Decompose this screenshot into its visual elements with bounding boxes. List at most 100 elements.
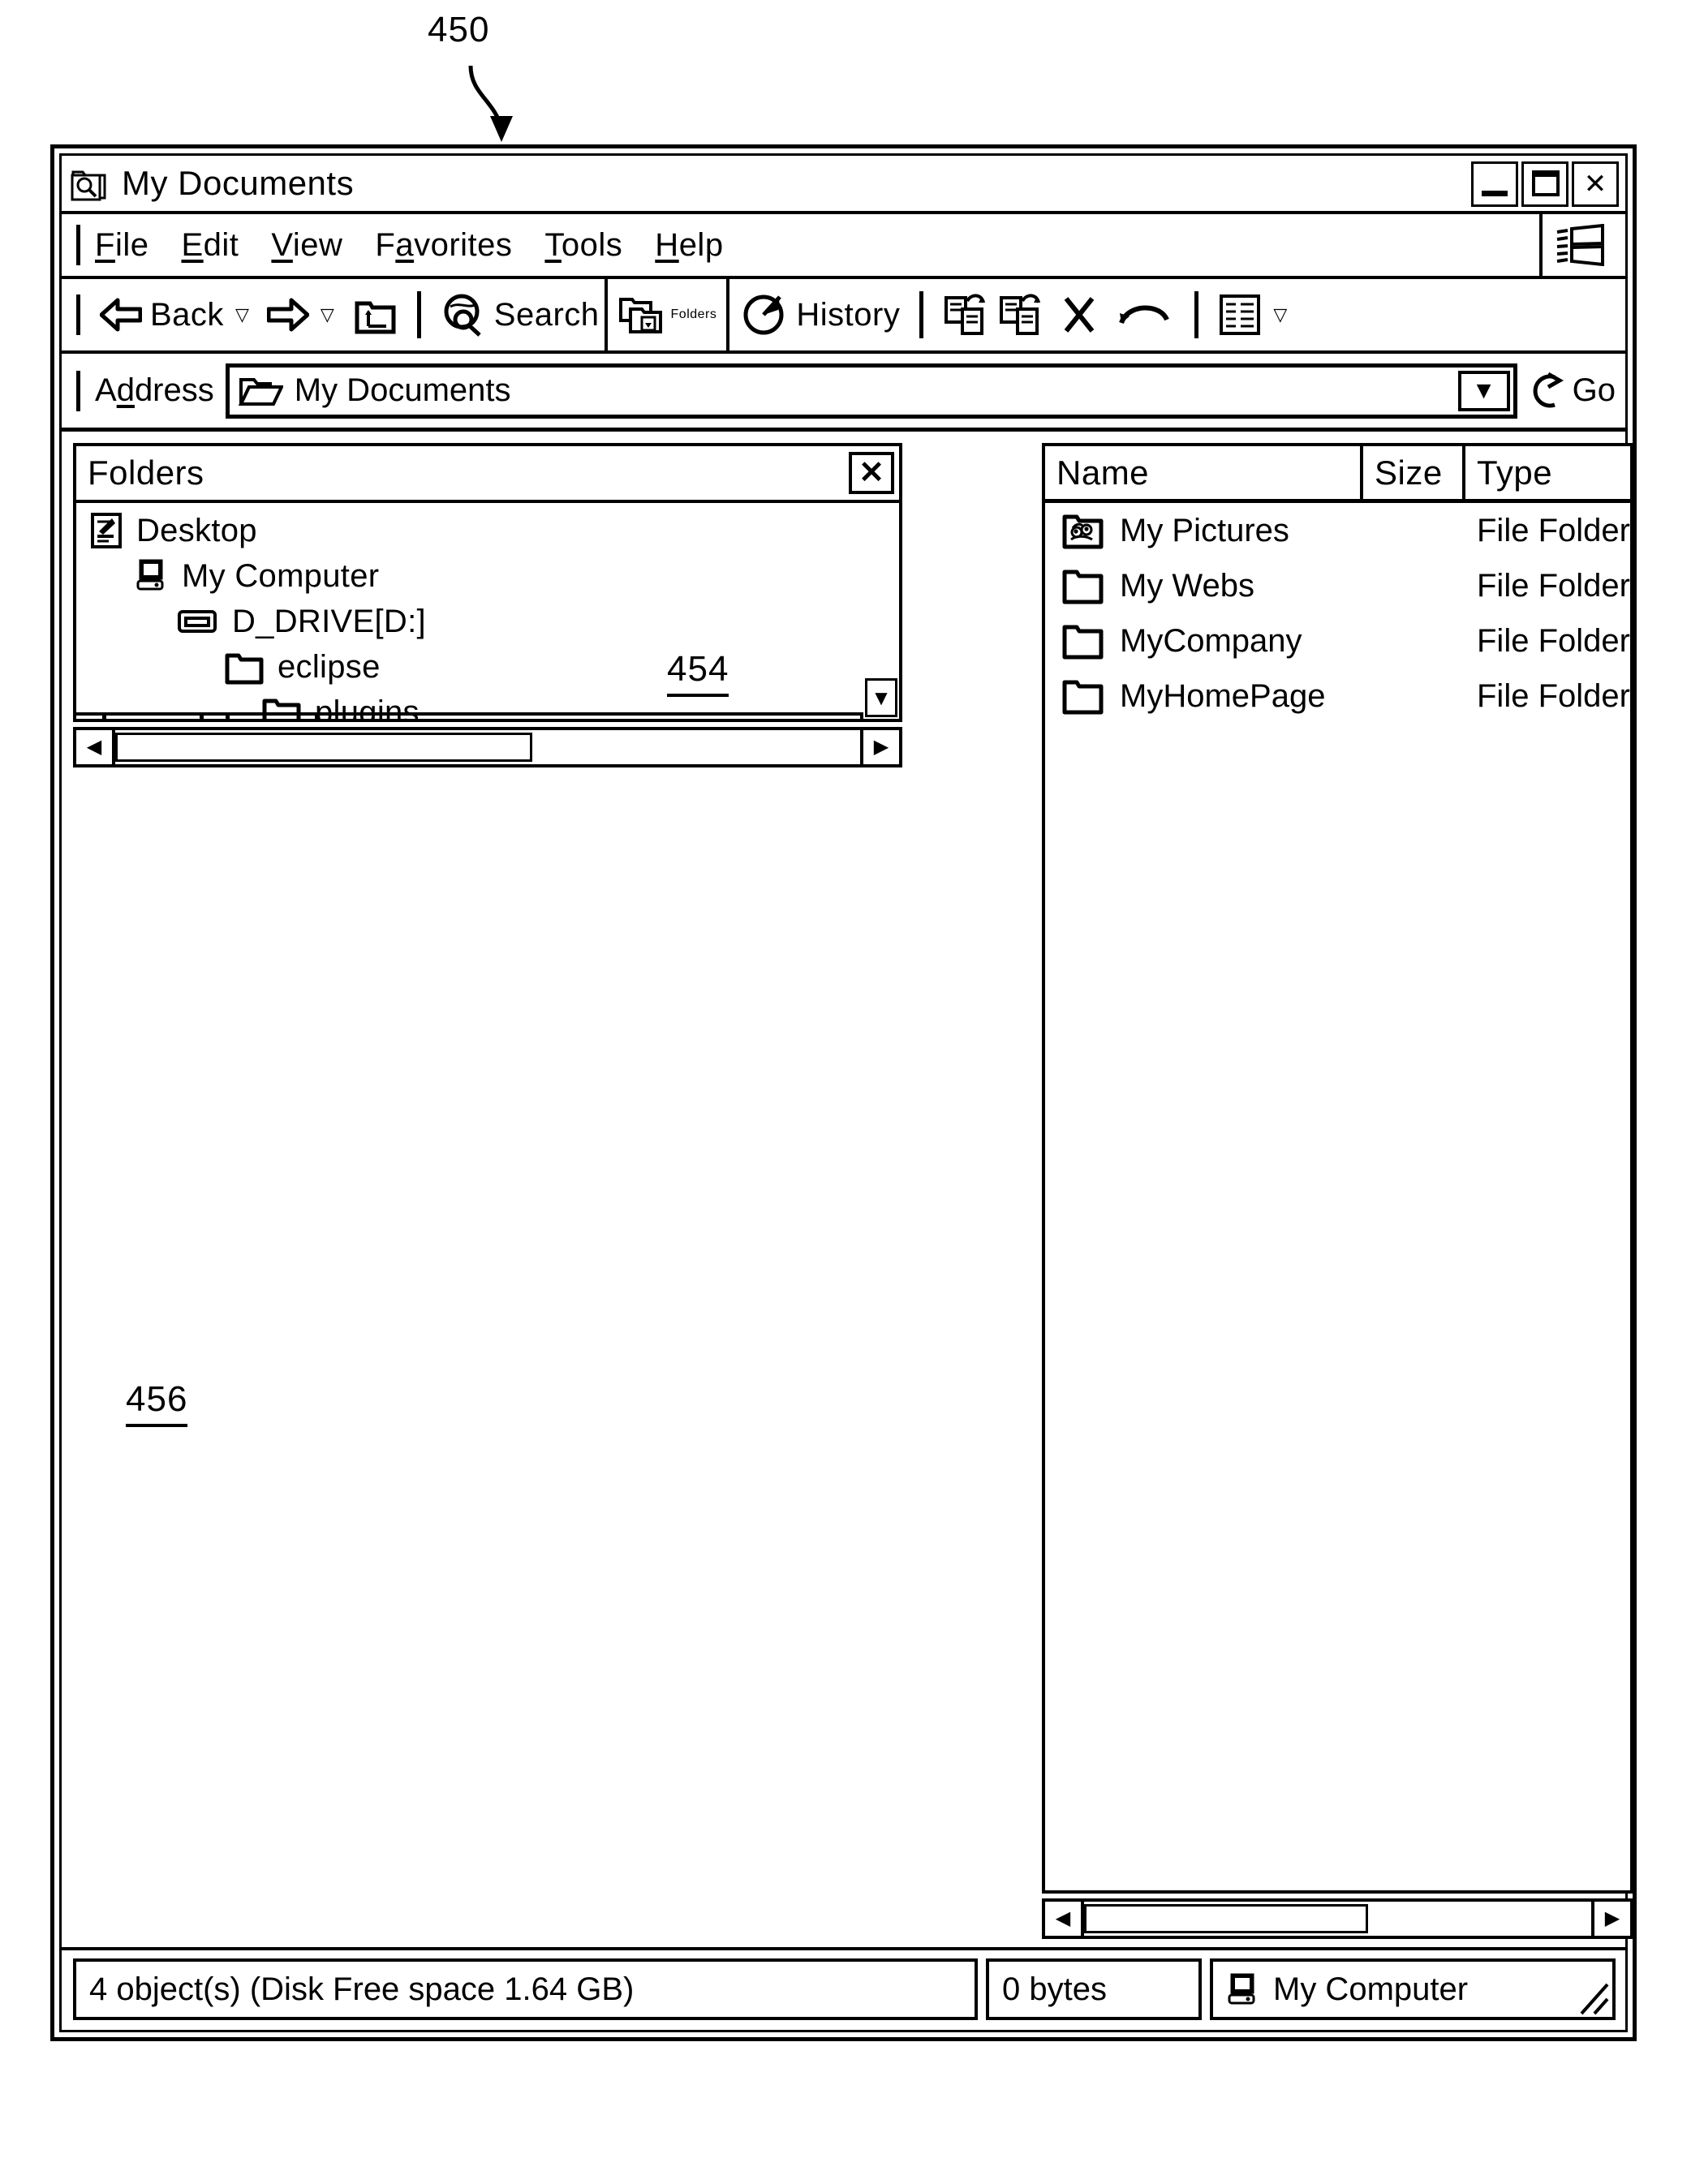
tool-bar: Back ▽ ▽ Search Folders History ▽: [62, 279, 1625, 354]
history-button[interactable]: History: [738, 292, 905, 337]
search-button[interactable]: Search: [436, 292, 605, 337]
folders-pane-horizontal-scrollbar[interactable]: ◀ ▶: [73, 727, 902, 767]
desktop-icon: [89, 512, 125, 549]
toolbar-separator-2: [919, 291, 924, 338]
menu-item-help[interactable]: Help: [655, 227, 723, 264]
file-name: MyCompany: [1120, 622, 1302, 659]
folders-pane-title: Folders: [88, 454, 204, 492]
chevron-down-icon-scroll: ▼: [871, 686, 892, 710]
folders-button[interactable]: Folders: [604, 279, 730, 350]
explorer-body: Folders ✕ Desktop My Computer D_DRIVE[D:…: [62, 435, 1633, 1939]
arrow-left-icon: [100, 297, 142, 333]
hscroll-track-list[interactable]: [1084, 1902, 1591, 1936]
chevron-left-icon-list: ◀: [1055, 1907, 1071, 1929]
table-row[interactable]: My Pictures File Folder: [1045, 503, 1630, 558]
tree-item-plugin[interactable]: com.ibm.debug.pdt.w: [76, 716, 899, 719]
computer-icon-status: [1226, 1971, 1262, 2007]
copy-to-button[interactable]: [938, 293, 993, 337]
back-button[interactable]: Back ▽: [95, 297, 262, 333]
search-label: Search: [493, 296, 600, 333]
close-icon: ✕: [1583, 169, 1607, 200]
forward-button[interactable]: ▽: [262, 297, 347, 333]
left-column: Folders ✕ Desktop My Computer D_DRIVE[D:…: [73, 443, 902, 1939]
scroll-down-button[interactable]: ▼: [865, 678, 897, 717]
callout-450-leader: [468, 65, 513, 142]
explorer-window-inner: My Documents ✕ File Edit View Favorites …: [59, 153, 1633, 2032]
table-row[interactable]: MyCompany File Folder: [1045, 613, 1630, 669]
folders-tree[interactable]: Desktop My Computer D_DRIVE[D:] eclipse …: [76, 503, 899, 719]
tree-item-desktop[interactable]: Desktop: [76, 509, 899, 552]
scroll-left-button[interactable]: ◀: [76, 730, 115, 764]
folders-tree-children[interactable]: com.ibm.debug.pdt.wcom.ibm.debus:pdt_2co…: [76, 712, 899, 719]
resize-grip-icon[interactable]: [1575, 1963, 1611, 2015]
file-list-body[interactable]: My Pictures File Folder My Webs File Folder…: [1045, 503, 1630, 1890]
file-type: File Folder: [1477, 567, 1630, 604]
hscroll-track[interactable]: [115, 730, 860, 764]
chevron-down-icon[interactable]: ▽: [235, 304, 249, 325]
back-label: Back: [150, 296, 224, 333]
table-row[interactable]: My Webs File Folder: [1045, 558, 1630, 613]
menu-item-favorites[interactable]: Favorites: [375, 227, 512, 264]
menu-item-view[interactable]: View: [271, 227, 342, 264]
address-dropdown-button[interactable]: ▼: [1457, 370, 1510, 411]
folders-pane: Folders ✕ Desktop My Computer D_DRIVE[D:…: [73, 443, 902, 722]
folders-pane-close-button[interactable]: ✕: [849, 452, 894, 494]
folders-tree-top: Desktop My Computer D_DRIVE[D:] eclipse …: [76, 509, 899, 719]
menu-item-file[interactable]: File: [95, 227, 148, 264]
hscroll-thumb[interactable]: [115, 733, 533, 762]
menu-item-tools[interactable]: Tools: [544, 227, 622, 264]
arrow-right-icon: [266, 297, 309, 333]
addressbar-grip[interactable]: [76, 370, 80, 411]
toolbar-separator-3: [1194, 291, 1199, 338]
move-to-button[interactable]: [993, 293, 1048, 337]
status-location-label: My Computer: [1273, 1971, 1469, 2007]
close-button[interactable]: ✕: [1572, 161, 1619, 207]
file-name: MyHomePage: [1120, 677, 1326, 714]
callout-450-label: 450: [428, 10, 490, 49]
delete-button[interactable]: [1048, 294, 1110, 336]
views-button[interactable]: ▽: [1213, 293, 1300, 337]
scroll-right-button-list[interactable]: ▶: [1590, 1902, 1630, 1936]
tree-item-eclipse[interactable]: eclipse: [76, 646, 899, 688]
undo-button[interactable]: [1110, 299, 1180, 331]
up-one-level-button[interactable]: [347, 294, 402, 336]
status-bar: 4 object(s) (Disk Free space 1.64 GB) 0 …: [62, 1947, 1625, 2030]
menu-item-edit[interactable]: Edit: [181, 227, 239, 264]
chevron-down-icon-forward[interactable]: ▽: [321, 304, 334, 325]
search-globe-icon: [441, 292, 486, 337]
column-header-name[interactable]: Name: [1045, 446, 1363, 499]
chevron-down-icon-views[interactable]: ▽: [1273, 304, 1287, 325]
callout-456-label: 456: [126, 1379, 188, 1427]
tree-item-d-drive[interactable]: D_DRIVE[D:]: [76, 600, 899, 643]
tree-label-d-drive: D_DRIVE[D:]: [232, 603, 426, 639]
explorer-window: My Documents ✕ File Edit View Favorites …: [50, 144, 1637, 2041]
drive-icon: [177, 608, 221, 635]
status-objects: 4 object(s) (Disk Free space 1.64 GB): [73, 1958, 978, 2020]
minimize-button[interactable]: [1471, 161, 1518, 207]
menubar-grip[interactable]: [76, 225, 80, 265]
toolbar-grip[interactable]: [76, 294, 80, 335]
copy-to-folder-icon: [943, 293, 988, 337]
column-header-type[interactable]: Type: [1465, 446, 1630, 499]
column-header-size[interactable]: Size: [1363, 446, 1465, 499]
chevron-right-icon: ▶: [873, 736, 889, 758]
folder-icon: [1061, 621, 1107, 661]
history-label: History: [796, 296, 901, 333]
tree-item-my-computer[interactable]: My Computer: [76, 555, 899, 597]
go-button[interactable]: Go: [1527, 371, 1625, 411]
folder-icon: [1061, 676, 1107, 716]
scroll-left-button-list[interactable]: ◀: [1045, 1902, 1084, 1936]
scroll-right-button[interactable]: ▶: [860, 730, 899, 764]
table-row[interactable]: MyHomePage File Folder: [1045, 669, 1630, 724]
hscroll-thumb-list[interactable]: [1084, 1904, 1368, 1933]
folders-tree-vertical-scrollbar[interactable]: ▼: [860, 678, 899, 719]
file-name: My Webs: [1120, 567, 1254, 604]
file-list-horizontal-scrollbar[interactable]: ◀ ▶: [1042, 1898, 1633, 1939]
address-value: My Documents: [294, 372, 511, 408]
address-input[interactable]: My Documents ▼: [225, 363, 1517, 419]
computer-icon: [135, 558, 170, 594]
maximize-button[interactable]: [1521, 161, 1568, 207]
callout-454-label: 454: [667, 649, 729, 697]
address-bar: Address My Documents ▼ Go: [62, 354, 1625, 432]
file-type: File Folder: [1477, 622, 1630, 659]
